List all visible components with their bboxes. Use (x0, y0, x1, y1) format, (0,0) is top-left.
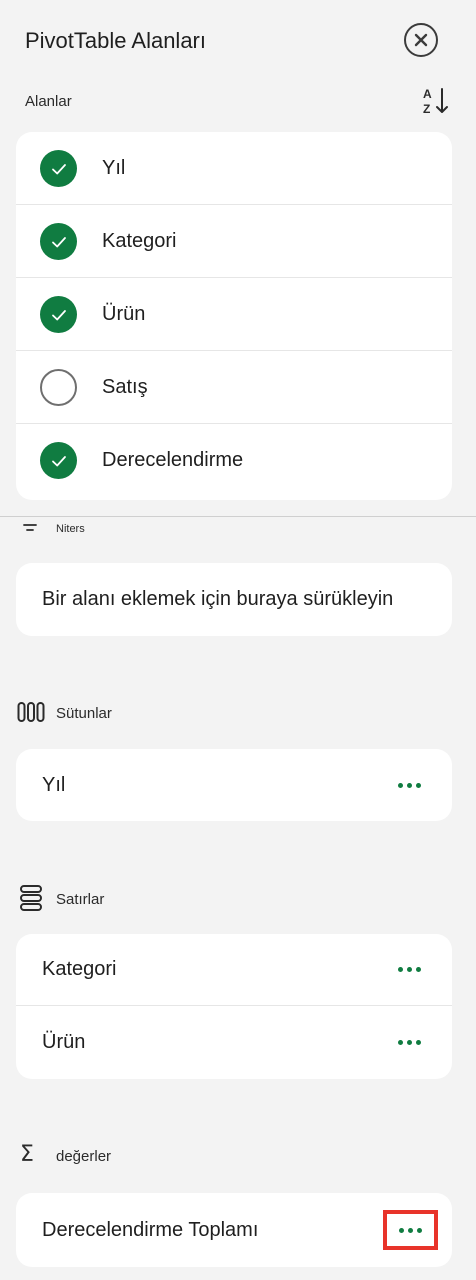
sort-az-icon: A Z (423, 87, 448, 116)
close-button[interactable] (404, 23, 438, 57)
item-label: Ürün (42, 1030, 86, 1053)
field-label: Yıl (102, 156, 126, 179)
more-dots-icon (397, 967, 403, 972)
field-label: Satış (102, 375, 148, 398)
fields-list: Yıl Kategori Ürün Satış Derecelendirme (16, 132, 452, 500)
svg-text:Z: Z (423, 102, 430, 116)
drop-hint: Bir alanı eklemek için buraya sürükleyin (42, 588, 394, 610)
value-item-derecelendirme-toplami[interactable]: Derecelendirme Toplamı (16, 1193, 452, 1267)
column-item-yil[interactable]: Yıl (16, 749, 452, 821)
more-options-button-highlighted[interactable] (383, 1210, 438, 1250)
row-item-urun[interactable]: Ürün (16, 1006, 452, 1078)
pane-title: PivotTable Alanları (25, 28, 206, 53)
filters-drop-zone[interactable]: Bir alanı eklemek için buraya sürükleyin (16, 563, 452, 636)
pivottable-fields-pane: PivotTable Alanları Alanlar A Z Yıl Kate… (0, 0, 476, 1280)
rows-list: Kategori Ürün (16, 934, 452, 1079)
field-item-derecelendirme[interactable]: Derecelendirme (16, 424, 452, 497)
item-label: Yıl (42, 773, 66, 796)
more-options-button[interactable] (392, 958, 426, 982)
field-label: Kategori (102, 229, 177, 252)
checked-icon[interactable] (40, 150, 77, 187)
more-options-button[interactable] (392, 1030, 426, 1054)
values-list: Derecelendirme Toplamı (16, 1193, 452, 1267)
close-icon (414, 33, 428, 47)
more-dots-icon (397, 1039, 403, 1045)
checked-icon[interactable] (40, 296, 77, 333)
item-label: Derecelendirme Toplamı (42, 1218, 259, 1241)
checked-icon[interactable] (40, 223, 77, 260)
unchecked-icon[interactable] (40, 369, 77, 406)
field-label: Derecelendirme (102, 449, 244, 471)
filter-icon (23, 524, 37, 531)
columns-list: Yıl (16, 749, 452, 821)
rows-section-label: Satırlar (56, 891, 105, 908)
field-label: Ürün (102, 302, 146, 325)
field-item-kategori[interactable]: Kategori (16, 205, 452, 278)
sort-button[interactable]: A Z (420, 84, 454, 118)
rows-icon (20, 885, 42, 911)
row-item-kategori[interactable]: Kategori (16, 934, 452, 1006)
field-item-urun[interactable]: Ürün (16, 278, 452, 351)
checked-icon[interactable] (40, 442, 77, 479)
svg-text:A: A (423, 87, 432, 101)
columns-section-label: Sütunlar (56, 705, 112, 722)
values-section-label: değerler (56, 1148, 112, 1165)
field-item-satis[interactable]: Satış (16, 351, 452, 424)
section-divider (0, 516, 476, 517)
item-label: Kategori (42, 958, 117, 980)
more-dots-icon (399, 1227, 404, 1233)
filters-section-label: Niters (56, 523, 85, 535)
more-dots-icon (397, 782, 403, 788)
field-item-yil[interactable]: Yıl (16, 132, 452, 205)
fields-section-label: Alanlar (25, 93, 72, 110)
columns-icon (17, 702, 45, 722)
sigma-icon: Σ (20, 1142, 34, 1167)
more-options-button[interactable] (392, 773, 426, 797)
